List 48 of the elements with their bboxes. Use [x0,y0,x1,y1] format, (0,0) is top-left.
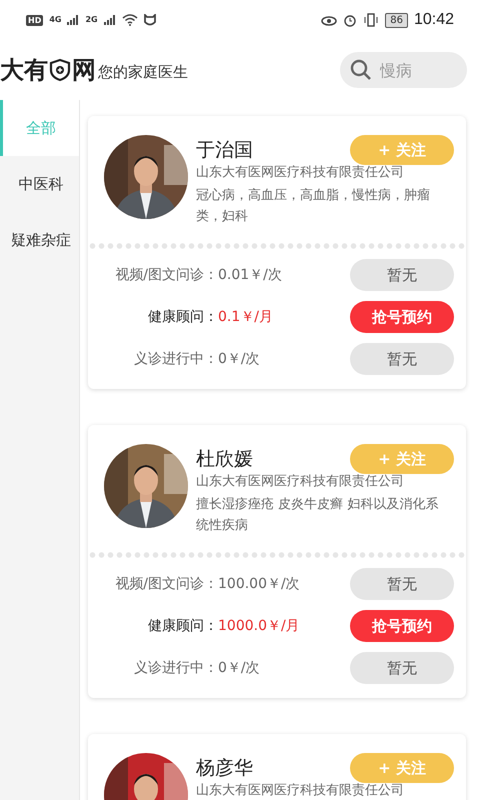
service-label: 义诊进行中： [133,350,218,368]
booking-button[interactable]: 抢号预约 [350,301,454,333]
service-price: 0.1￥/月 [218,308,274,326]
logo-text: 大有 [0,55,48,86]
service-price: 1000.0￥/月 [218,617,301,635]
specialty-text: 冠心病，高血压，高血脂，慢性病，肿瘤类，妇科 [196,187,431,226]
vibrate-icon [363,13,380,27]
booking-button[interactable]: 暂无 [350,652,454,684]
doctor-card[interactable]: 于治国 + 关注 山东大有医网医疗科技有限责任公司 冠心病，高血压，高血脂，慢性病，肿瘤类，妇科 视频/图文问诊：0.01￥/次 暂无 健康顾问：0.1￥/月 抢号预约 义诊进行中：0￥/次 暂无 [88,116,466,389]
service-label: 健康顾问： [147,308,218,326]
service-price: 0￥/次 [218,350,261,368]
company-name: 山东大有医网医疗科技有限责任公司 [196,782,405,799]
booking-button[interactable]: 暂无 [350,568,454,600]
hd-indicator: HD [26,14,44,26]
company-name: 山东大有医网医疗科技有限责任公司 [196,164,405,181]
doctor-name: 杨彦华 [196,756,253,781]
clock-time: 10:42 [414,11,454,29]
network-label: 4G [49,16,62,24]
battery-level: 86 [385,12,408,28]
signal-icon [67,15,80,25]
alarm-icon [343,13,358,27]
booking-button[interactable]: 抢号预约 [350,610,454,642]
search-field[interactable]: 慢病 [340,52,467,88]
shield-plus-icon [49,58,71,82]
doctor-name: 于治国 [196,138,253,163]
logo-text: 网 [72,55,96,86]
service-label: 视频/图文问诊： [114,575,218,593]
service-label: 视频/图文问诊： [114,266,218,284]
network-label: 2G [85,16,98,24]
booking-button[interactable]: 暂无 [350,343,454,375]
company-name: 山东大有医网医疗科技有限责任公司 [196,473,405,490]
service-price: 100.00￥/次 [218,575,301,593]
wifi-icon [122,14,138,26]
service-label: 义诊进行中： [133,659,218,677]
booking-button[interactable]: 暂无 [350,259,454,291]
category-tab[interactable]: 中医科 [0,156,79,212]
service-price: 0.01￥/次 [218,266,283,284]
doctor-card[interactable]: 杜欣媛 + 关注 山东大有医网医疗科技有限责任公司 擅长湿疹痤疮 皮炎牛皮癣 妇科以及消化系统性疾病 视频/图文问诊：100.00￥/次 暂无 健康顾问：1000.0￥/月 抢号预约 义诊进行中：0￥/次 暂无 [88,425,466,698]
search-icon [350,59,372,81]
doctor-card[interactable]: 杨彦华 + 关注 山东大有医网医疗科技有限责任公司 [88,734,466,800]
slogan: 您的家庭医生 [98,62,188,82]
doctor-name: 杜欣媛 [196,447,253,472]
category-tab[interactable]: 疑难杂症 [0,212,79,268]
eye-icon [321,14,338,26]
service-price: 0￥/次 [218,659,261,677]
signal-icon [104,15,116,25]
specialty-text: 擅长湿疹痤疮 皮炎牛皮癣 妇科以及消化系统性疾病 [196,496,440,535]
service-label: 健康顾问： [147,617,218,635]
